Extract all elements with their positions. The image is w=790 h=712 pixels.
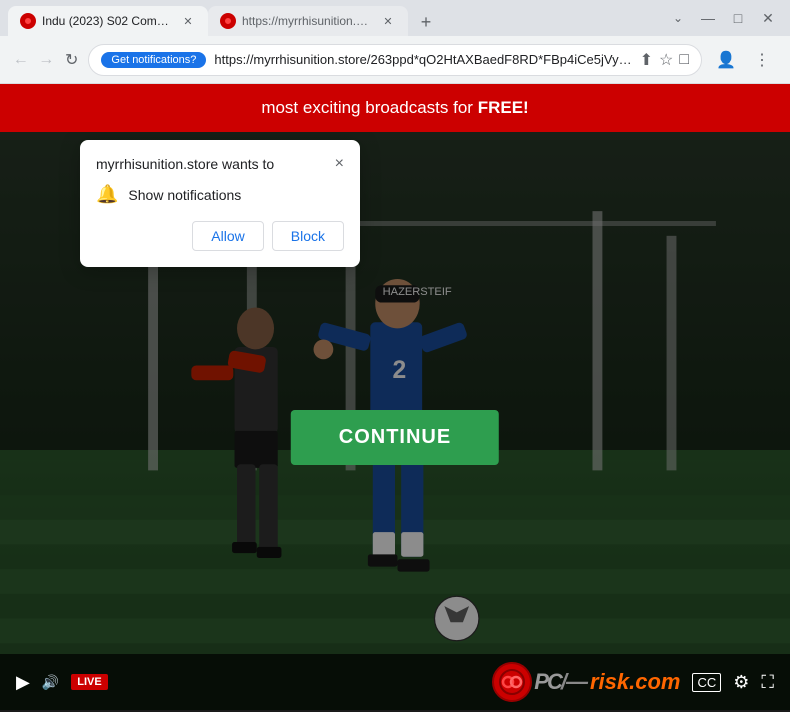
tab-favicon-2: [220, 13, 236, 29]
bell-icon: 🔔: [96, 184, 118, 205]
risk-text: risk.com: [590, 669, 681, 695]
popup-title: myrrhisunition.store wants to: [96, 156, 274, 172]
cc-button[interactable]: CC: [692, 673, 721, 692]
tab-bar: Indu (2023) S02 Complete Beng… ✕ https:/…: [8, 0, 660, 36]
banner-text: most exciting broadcasts for: [261, 98, 477, 117]
page-content: most exciting broadcasts for FREE!: [0, 84, 790, 712]
allow-button[interactable]: Allow: [192, 221, 263, 251]
profile-icon[interactable]: 👤: [710, 44, 742, 76]
block-button[interactable]: Block: [272, 221, 344, 251]
pc-text: PC: [534, 669, 561, 695]
bookmark-icon[interactable]: ☆: [659, 50, 673, 70]
maximize-button[interactable]: □: [724, 4, 752, 32]
new-tab-button[interactable]: +: [412, 8, 440, 36]
volume-button[interactable]: 🔊: [42, 674, 59, 691]
banner-highlight: FREE!: [478, 98, 529, 117]
popup-header: myrrhisunition.store wants to ×: [96, 156, 344, 172]
pcrisk-watermark: PC / — risk.com: [492, 662, 680, 702]
continue-button[interactable]: CONTINUE: [291, 410, 499, 465]
popup-item-label: Show notifications: [128, 187, 241, 203]
tab-favicon-1: [20, 13, 36, 29]
reload-button[interactable]: ↻: [63, 44, 80, 76]
video-controls-bar: ▶ 🔊 LIVE PC / —: [0, 654, 790, 710]
tab-2-close[interactable]: ✕: [380, 13, 396, 29]
collapse-icon: ⌄: [664, 4, 692, 32]
pc-logo-circle: [492, 662, 532, 702]
extensions-icon[interactable]: □: [679, 51, 689, 69]
popup-close-button[interactable]: ×: [335, 156, 344, 172]
tab-2-label: https://myrrhisunition.store/263p…: [242, 14, 374, 28]
video-container: 2 HAZERSTEIF: [0, 132, 790, 710]
forward-button[interactable]: →: [37, 44, 54, 76]
url-action-icons: ⬆ ☆ □: [640, 50, 689, 70]
notification-popup: myrrhisunition.store wants to × 🔔 Show n…: [80, 140, 360, 267]
url-bar[interactable]: Get notifications? https://myrrhisunitio…: [88, 44, 702, 76]
url-text: https://myrrhisunition.store/263ppd*qO2H…: [214, 52, 631, 67]
toolbar-icons: 👤 ⋮: [710, 44, 778, 76]
popup-notification-item: 🔔 Show notifications: [96, 184, 344, 205]
back-button[interactable]: ←: [12, 44, 29, 76]
tab-1-close[interactable]: ✕: [180, 13, 196, 29]
popup-buttons: Allow Block: [96, 221, 344, 251]
share-icon[interactable]: ⬆: [640, 50, 653, 70]
settings-button[interactable]: ⚙: [733, 672, 749, 693]
divider-line: —: [566, 669, 588, 695]
address-bar: ← → ↻ Get notifications? https://myrrhis…: [0, 36, 790, 84]
menu-icon[interactable]: ⋮: [746, 44, 778, 76]
browser-window: Indu (2023) S02 Complete Beng… ✕ https:/…: [0, 0, 790, 712]
tab-1[interactable]: Indu (2023) S02 Complete Beng… ✕: [8, 6, 208, 36]
tab-1-label: Indu (2023) S02 Complete Beng…: [42, 14, 174, 28]
fullscreen-button[interactable]: ⛶: [761, 672, 774, 693]
promo-banner: most exciting broadcasts for FREE!: [0, 84, 790, 132]
title-bar: Indu (2023) S02 Complete Beng… ✕ https:/…: [0, 0, 790, 36]
right-controls: CC ⚙ ⛶: [692, 672, 774, 693]
close-button[interactable]: ✕: [754, 4, 782, 32]
play-button[interactable]: ▶: [16, 672, 30, 693]
minimize-button[interactable]: —: [694, 4, 722, 32]
live-badge: LIVE: [71, 674, 107, 690]
notification-pill[interactable]: Get notifications?: [101, 52, 206, 68]
tab-2[interactable]: https://myrrhisunition.store/263p… ✕: [208, 6, 408, 36]
window-controls: ⌄ — □ ✕: [664, 4, 782, 32]
